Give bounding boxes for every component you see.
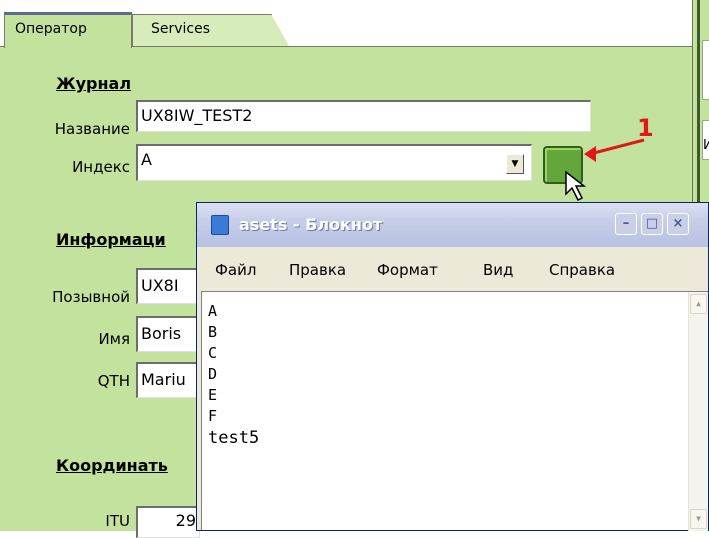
name-label: Имя (98, 330, 130, 348)
journal-index-select[interactable]: A (136, 144, 532, 181)
notepad-icon (211, 215, 229, 235)
menu-edit[interactable]: Правка (289, 261, 346, 279)
notepad-text-area[interactable]: A B C D E F test5 ▲ ▼ (201, 291, 708, 531)
tab-services[interactable]: Services (132, 14, 289, 46)
text-line: C (208, 344, 218, 362)
notepad-menubar: Файл Правка Формат Вид Справка (197, 247, 708, 291)
journal-section-title: Журнал (56, 74, 132, 93)
text-line: A (208, 302, 218, 320)
gutter-glyph: И (703, 138, 709, 153)
menu-format[interactable]: Формат (377, 261, 438, 279)
journal-name-field[interactable]: UX8IW_TEST2 (136, 100, 591, 132)
tab-strip: Оператор Services (0, 0, 692, 48)
text-line: B (208, 323, 218, 341)
notepad-titlebar[interactable]: asets - Блокнот – □ × (197, 203, 708, 247)
journal-index-label: Индекс (72, 158, 130, 176)
scroll-up-icon[interactable]: ▲ (690, 294, 707, 314)
journal-name-label: Название (54, 120, 130, 138)
coords-section-title: Координать (56, 456, 168, 475)
close-button[interactable]: × (667, 213, 689, 235)
qth-label: QTH (97, 372, 130, 390)
menu-view[interactable]: Вид (483, 261, 513, 279)
maximize-button[interactable]: □ (641, 213, 663, 235)
tab-operator[interactable]: Оператор (4, 12, 132, 48)
tab-services-label: Services (151, 21, 211, 37)
callsign-field[interactable]: UX8I (136, 268, 200, 304)
menu-file[interactable]: Файл (215, 261, 256, 279)
menu-help[interactable]: Справка (549, 261, 615, 279)
annotation-arrow (565, 138, 645, 202)
name-field[interactable]: Boris (136, 316, 200, 352)
minimize-button[interactable]: – (615, 213, 637, 235)
itu-field[interactable]: 29 (136, 506, 200, 538)
notepad-title: asets - Блокнот (239, 215, 383, 234)
text-line: F (208, 407, 218, 425)
annotation-number: 1 (637, 114, 654, 142)
tab-operator-label: Оператор (15, 21, 87, 37)
callsign-label: Позывной (52, 288, 130, 306)
scroll-down-icon[interactable]: ▼ (690, 509, 707, 529)
info-section-title: Информаци (56, 230, 166, 249)
itu-label: ITU (105, 512, 130, 530)
vertical-scrollbar[interactable]: ▲ ▼ (688, 292, 708, 531)
text-line: E (208, 386, 218, 404)
index-dropdown-button[interactable]: ▼ (506, 154, 524, 174)
notepad-window: asets - Блокнот – □ × Файл Правка Формат… (196, 202, 709, 531)
gutter-box (702, 40, 709, 100)
qth-field[interactable]: Mariu (136, 362, 200, 398)
text-line: test5 (208, 428, 260, 448)
text-line: D (208, 365, 218, 383)
